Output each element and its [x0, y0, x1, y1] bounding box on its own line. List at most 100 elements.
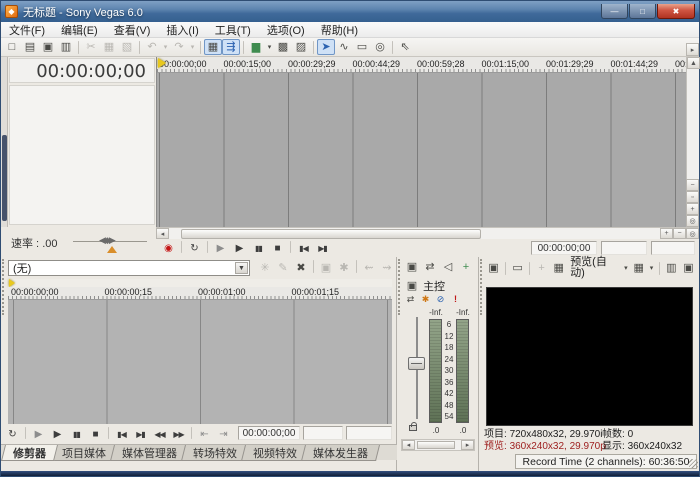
whats-this-help-icon[interactable]: ⇖	[396, 39, 414, 55]
undo-drop-icon[interactable]: ▾	[161, 39, 170, 55]
tab-trimmer[interactable]: 修剪器	[1, 445, 58, 461]
open-icon[interactable]: ▤	[21, 39, 39, 55]
time-zoom-tool-icon[interactable]: ◎	[686, 228, 699, 239]
trim-loop-button[interactable]: ↻	[3, 427, 22, 442]
video-overlay-icon[interactable]: +	[533, 260, 550, 276]
overlays-drop-icon[interactable]: ▾	[647, 260, 656, 276]
preview-quality-label[interactable]: 预览(自动)	[567, 260, 621, 276]
envelope-tool-icon[interactable]: ∿	[335, 39, 353, 55]
new-project-icon[interactable]: □	[3, 39, 21, 55]
loop-region-marker-icon[interactable]	[158, 58, 166, 68]
menu-item[interactable]: 插入(I)	[158, 22, 206, 37]
save-markers-icon[interactable]: ▣	[317, 260, 335, 276]
menu-item[interactable]: 选项(O)	[259, 22, 313, 37]
close-button[interactable]: ✖	[657, 4, 695, 19]
trim-stop-button[interactable]: ■	[86, 427, 105, 442]
project-video-properties-icon[interactable]: ▣	[485, 260, 502, 276]
next-marker-icon[interactable]: ⇝	[378, 260, 396, 276]
vertical-scrollbar[interactable]: ▸ ▲ −▫+◎	[686, 57, 699, 227]
scroll-left-button[interactable]: ◂	[156, 228, 169, 239]
trim-go-end-button[interactable]: ▶▮	[131, 427, 150, 442]
trim-play-from-start-button[interactable]: ▶	[29, 427, 48, 442]
hscroll-thumb[interactable]	[181, 229, 481, 239]
cut-icon[interactable]: ✂	[82, 39, 100, 55]
resize-grip[interactable]	[689, 459, 698, 468]
tab-media-manager[interactable]: 媒体管理器	[110, 445, 189, 461]
trimmer-marker-bar[interactable]	[8, 279, 392, 287]
lock-envelopes-icon[interactable]: ▩	[274, 39, 292, 55]
marker-tool-drop-icon[interactable]: ▾	[265, 39, 274, 55]
paste-icon[interactable]: ▧	[118, 39, 136, 55]
trimmer-marker-icon[interactable]	[9, 279, 15, 287]
scroll-up-button[interactable]: ▲	[687, 57, 700, 69]
track-height-down-icon[interactable]: −	[686, 179, 699, 191]
clip-indicator-icon[interactable]: !	[448, 293, 463, 306]
timeline-tracks-area[interactable]	[157, 73, 687, 227]
preview-quality-icon[interactable]: ▦	[550, 260, 567, 276]
redo-drop-icon[interactable]: ▾	[188, 39, 197, 55]
save-snapshot-icon[interactable]: ▣	[680, 260, 697, 276]
trimmer-media-select[interactable]: (无) ▼	[8, 260, 250, 276]
external-edit-icon[interactable]: ✎	[274, 260, 292, 276]
tab-project-media[interactable]: 项目媒体	[50, 445, 118, 461]
menu-item[interactable]: 文件(F)	[1, 22, 53, 37]
trim-forward-button[interactable]: ▶▶	[169, 427, 188, 442]
stop-button[interactable]: ■	[268, 241, 287, 256]
rate-slider-handle[interactable]: ◀◆▶	[99, 235, 114, 246]
track-height-default-icon[interactable]: ▫	[686, 191, 699, 203]
track-list-empty[interactable]	[9, 85, 155, 225]
tab-video-fx[interactable]: 视频特效	[241, 445, 309, 461]
loop-playback-button[interactable]: ↻	[185, 241, 204, 256]
properties-icon[interactable]: ▥	[57, 39, 75, 55]
pane-splitter-handle[interactable]	[2, 259, 6, 315]
trim-play-button[interactable]: ▶	[48, 427, 67, 442]
menu-item[interactable]: 工具(T)	[207, 22, 259, 37]
maximize-button[interactable]: □	[629, 4, 656, 19]
remove-media-icon[interactable]: ✖	[292, 260, 310, 276]
trim-pause-button[interactable]: ▮▮	[67, 427, 86, 442]
overlays-grid-icon[interactable]: ▦	[630, 260, 647, 276]
pause-button[interactable]: ▮▮	[249, 241, 268, 256]
track-zoom-tool-icon[interactable]: ◎	[686, 215, 699, 227]
add-to-project-icon[interactable]: ✳	[256, 260, 274, 276]
mixer-scrollbar[interactable]: ◂ ▸	[401, 439, 475, 451]
chevron-down-icon[interactable]: ▼	[235, 262, 248, 274]
record-button[interactable]: ◉	[159, 241, 178, 256]
scroll-right-button[interactable]: ▸	[461, 440, 474, 450]
pane-splitter-handle[interactable]	[480, 259, 484, 315]
master-fader-handle[interactable]	[408, 357, 425, 370]
marker-flag-button[interactable]: ▸	[686, 43, 699, 56]
time-zoom-in-icon[interactable]: +	[660, 228, 673, 239]
scroll-left-button[interactable]: ◂	[402, 440, 415, 450]
title-bar[interactable]: ◆ 无标题 - Sony Vegas 6.0 — □ ✖	[1, 1, 699, 22]
copy-snapshot-icon[interactable]: ▥	[663, 260, 680, 276]
time-ruler[interactable]: 00:00:00;0000:00:15;0000:00:29;2900:00:4…	[157, 57, 687, 73]
preview-quality-drop-icon[interactable]: ▾	[622, 260, 631, 276]
trimmer-content-area[interactable]	[8, 300, 392, 424]
minimize-button[interactable]: —	[601, 4, 628, 19]
play-button[interactable]: ▶	[230, 241, 249, 256]
prev-marker-icon[interactable]: ⇜	[360, 260, 378, 276]
trim-rewind-button[interactable]: ◀◀	[150, 427, 169, 442]
master-fx-icon[interactable]: ✱	[418, 293, 433, 306]
cursor-time-display[interactable]: 00:00:00;00	[9, 58, 155, 83]
external-monitor-icon[interactable]: ▭	[509, 260, 526, 276]
enable-snapping-icon[interactable]: ▦	[204, 39, 222, 55]
auto-ripple-icon[interactable]: ⇶	[222, 39, 240, 55]
copy-icon[interactable]: ▦	[100, 39, 118, 55]
menu-item[interactable]: 查看(V)	[106, 22, 159, 37]
track-header-scrollbar[interactable]	[1, 57, 8, 227]
tab-media-generators[interactable]: 媒体发生器	[301, 445, 380, 461]
master-downmix-icon[interactable]: ⇄	[403, 293, 418, 306]
trimmer-ruler[interactable]: 00:00:00;0000:00:00;1500:00:01;0000:00:0…	[8, 287, 392, 300]
ignore-grouping-icon[interactable]: ▨	[292, 39, 310, 55]
go-to-end-button[interactable]: ▶▮	[313, 241, 332, 256]
zoom-tool-icon[interactable]: ◎	[371, 39, 389, 55]
save-icon[interactable]: ▣	[39, 39, 57, 55]
dim-output-icon[interactable]: ◁	[439, 259, 457, 275]
downmix-output-icon[interactable]: ⇄	[421, 259, 439, 275]
horizontal-scrollbar[interactable]: ◂ +−◎	[156, 227, 699, 239]
normal-edit-tool-icon[interactable]: ➤	[317, 39, 335, 55]
mixer-properties-icon[interactable]: ▣	[403, 259, 421, 275]
mark-in-button[interactable]: ⇤	[195, 427, 214, 442]
